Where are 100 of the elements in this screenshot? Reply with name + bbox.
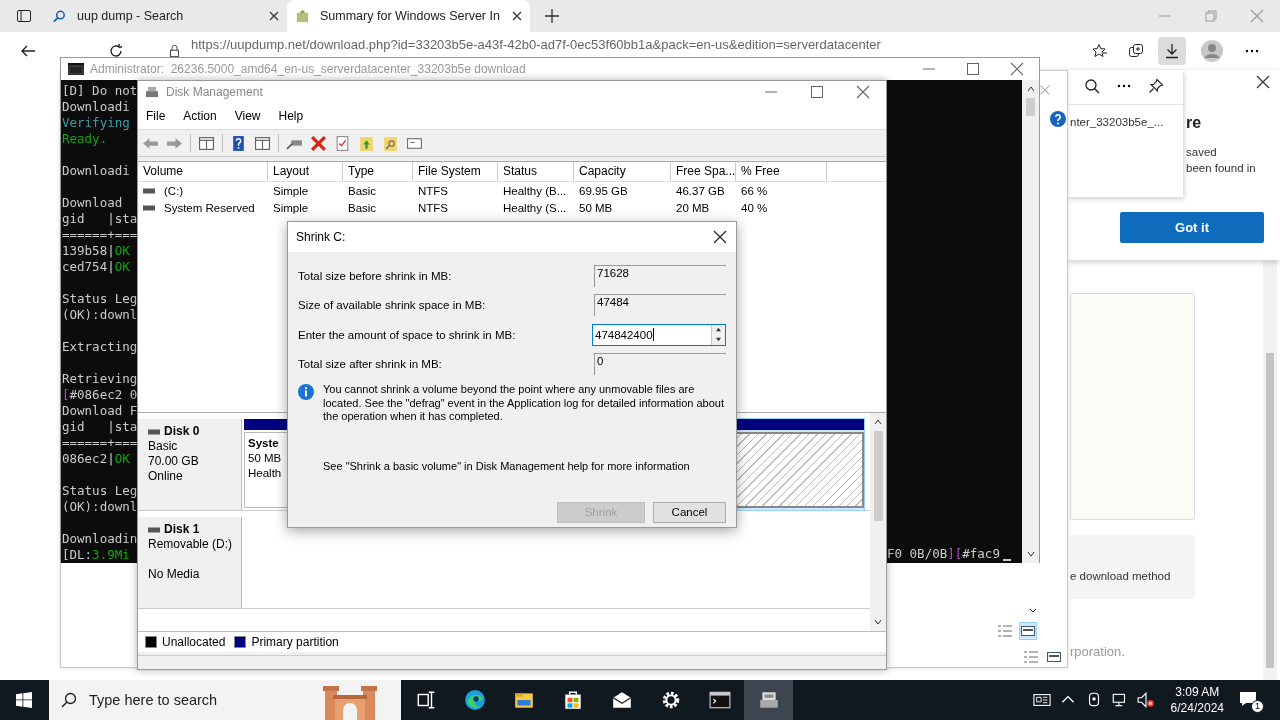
scroll-down-icon[interactable] <box>1025 549 1036 559</box>
help-icon[interactable] <box>1050 111 1066 127</box>
downloads-button[interactable] <box>1158 37 1186 65</box>
got-it-button[interactable]: Got it <box>1120 212 1264 243</box>
table-cell-text: Healthy (B... <box>502 184 568 197</box>
disk-label[interactable]: Disk 1 Removable (D:) No Media <box>138 517 242 608</box>
panel-icon[interactable] <box>198 134 215 152</box>
dialog-button[interactable]: Cancel <box>653 501 726 523</box>
console-line: Status Leg <box>62 291 138 307</box>
shrink-amount-field[interactable]: 474842400 <box>592 323 726 346</box>
folder-icon[interactable] <box>358 134 375 152</box>
close-icon[interactable] <box>512 11 522 21</box>
volume-row[interactable]: System Reserved Simple Basic NTFS Healthy (S... 50 MB 20 MB 40 % <box>138 199 886 216</box>
console-line: ======+=== <box>62 227 138 243</box>
browser-tab[interactable]: uup dump - Search <box>44 0 287 32</box>
menu-item[interactable]: Help <box>278 109 304 123</box>
maximize-icon[interactable] <box>965 61 981 77</box>
search-icon <box>61 692 77 708</box>
column-header[interactable]: File System <box>413 162 498 181</box>
volume-muted-icon[interactable] <box>1136 691 1155 709</box>
table-cell-text: NTFS <box>417 184 450 197</box>
column-header[interactable]: Type <box>343 162 413 181</box>
field-label: Enter the amount of space to shrink in MB: <box>298 328 516 341</box>
table-cell-text: 69.95 GB <box>578 184 629 197</box>
scroll-up-icon[interactable] <box>873 417 883 427</box>
console-line: Download <box>62 195 124 211</box>
collections-icon[interactable] <box>1128 43 1144 59</box>
info-icon <box>298 384 314 400</box>
menu-item[interactable]: File <box>146 109 166 123</box>
folder-search-icon[interactable] <box>382 134 399 152</box>
search-field[interactable]: Type here to search <box>49 680 401 720</box>
disk-size: 70.00 GB <box>148 454 200 469</box>
console-line: [#086ec2 0 <box>62 387 138 403</box>
favorites-icon[interactable] <box>1092 43 1108 59</box>
column-header[interactable]: Capacity <box>574 162 671 181</box>
notice-text: saved <box>1186 145 1217 160</box>
disk-name: Disk 0 <box>164 424 200 439</box>
back-icon[interactable] <box>20 43 36 59</box>
volume-row[interactable]: (C:) Simple Basic NTFS Healthy (B... 69.95 GB 46.37 GB 66 % <box>138 182 886 199</box>
close-icon[interactable] <box>1255 74 1271 90</box>
scroll-thumb[interactable] <box>873 431 883 521</box>
console-line: gid |sta <box>62 419 138 435</box>
browser-tab[interactable]: Summary for Windows Server In <box>287 0 530 32</box>
maximize-icon[interactable] <box>809 84 825 100</box>
console-line: (OK):downl <box>62 307 138 323</box>
column-header[interactable]: Volume <box>138 162 268 181</box>
clock-date[interactable]: 6/24/2024 <box>1170 700 1224 716</box>
notice-heading: re <box>1186 114 1202 132</box>
address-field[interactable]: https://uupdump.net/download.php?id=33203b5e-a43f-42b0-ad7f-0ec53f60bb1a&pack=en-us&edition=serverdatacenter <box>191 37 881 52</box>
console-line: Downloadi <box>62 163 131 179</box>
panel-icon[interactable] <box>254 134 271 152</box>
menu-item[interactable]: View <box>234 109 261 123</box>
taskbar-app[interactable] <box>744 680 793 720</box>
download-file-name[interactable]: nter_33203b5e_... <box>1070 116 1183 128</box>
tab-actions-icon[interactable] <box>16 8 32 24</box>
drive-icon <box>148 428 160 435</box>
spin-arrows-icon[interactable] <box>711 324 725 345</box>
message-icon <box>1238 689 1258 709</box>
pin-icon[interactable] <box>1148 78 1164 94</box>
info-message: You cannot shrink a volume beyond the point where any unmovable files are located. See the "defrag" event in the Application log for detailed information about the operation when it has completed. <box>323 383 726 424</box>
disk-status: Online <box>148 469 184 484</box>
disk-status: No Media <box>148 567 201 582</box>
scroll-thumb[interactable] <box>1026 98 1035 116</box>
start-icon[interactable] <box>16 692 32 708</box>
scrollbar[interactable] <box>1263 260 1277 680</box>
column-header[interactable]: Status <box>498 162 574 181</box>
footer-text: rporation. <box>1070 644 1126 659</box>
scroll-down-icon[interactable] <box>873 617 883 627</box>
scroll-up-icon[interactable] <box>1025 84 1036 94</box>
console-line: Downloadi <box>62 99 131 115</box>
table-cell-text: Basic <box>347 201 378 214</box>
close-icon[interactable] <box>712 229 728 245</box>
help-icon[interactable] <box>230 134 247 152</box>
close-icon[interactable] <box>269 11 279 21</box>
download-icon <box>1164 43 1180 59</box>
graphical-view-icon[interactable] <box>1020 623 1036 639</box>
graphical-view-icon[interactable] <box>1046 649 1062 665</box>
partition-name: Syste <box>248 436 280 451</box>
news-icon[interactable] <box>1032 691 1051 709</box>
window-title: Administrator: 26236.5000_amd64_en-us_serverdatacenter_33203b5e download <box>90 62 526 76</box>
disk-type: Basic <box>148 439 179 454</box>
menu-item[interactable]: Action <box>183 109 217 123</box>
search-icon[interactable] <box>1084 78 1100 94</box>
new-tab-icon[interactable] <box>544 8 560 24</box>
console-line: Retrieving <box>62 371 138 387</box>
scrollbar[interactable] <box>1022 80 1039 563</box>
disk-name: Disk 1 <box>164 522 200 537</box>
window-title: Disk Management <box>166 85 263 99</box>
scrollbar[interactable] <box>870 413 886 631</box>
disk-label[interactable]: Disk 0 Basic 70.00 GB Online <box>138 419 242 510</box>
delete-icon[interactable] <box>310 134 327 152</box>
column-header[interactable]: % Free <box>736 162 827 181</box>
column-header[interactable]: Layout <box>268 162 343 181</box>
column-header[interactable]: Free Spa... <box>671 162 736 181</box>
refresh-icon[interactable] <box>108 43 124 59</box>
console-icon <box>68 63 84 75</box>
download-method-option[interactable]: e download method <box>1070 535 1195 599</box>
clock-time[interactable]: 3:09 AM <box>1175 684 1220 700</box>
properties-icon[interactable] <box>334 134 351 152</box>
profile-icon[interactable] <box>1200 39 1224 63</box>
